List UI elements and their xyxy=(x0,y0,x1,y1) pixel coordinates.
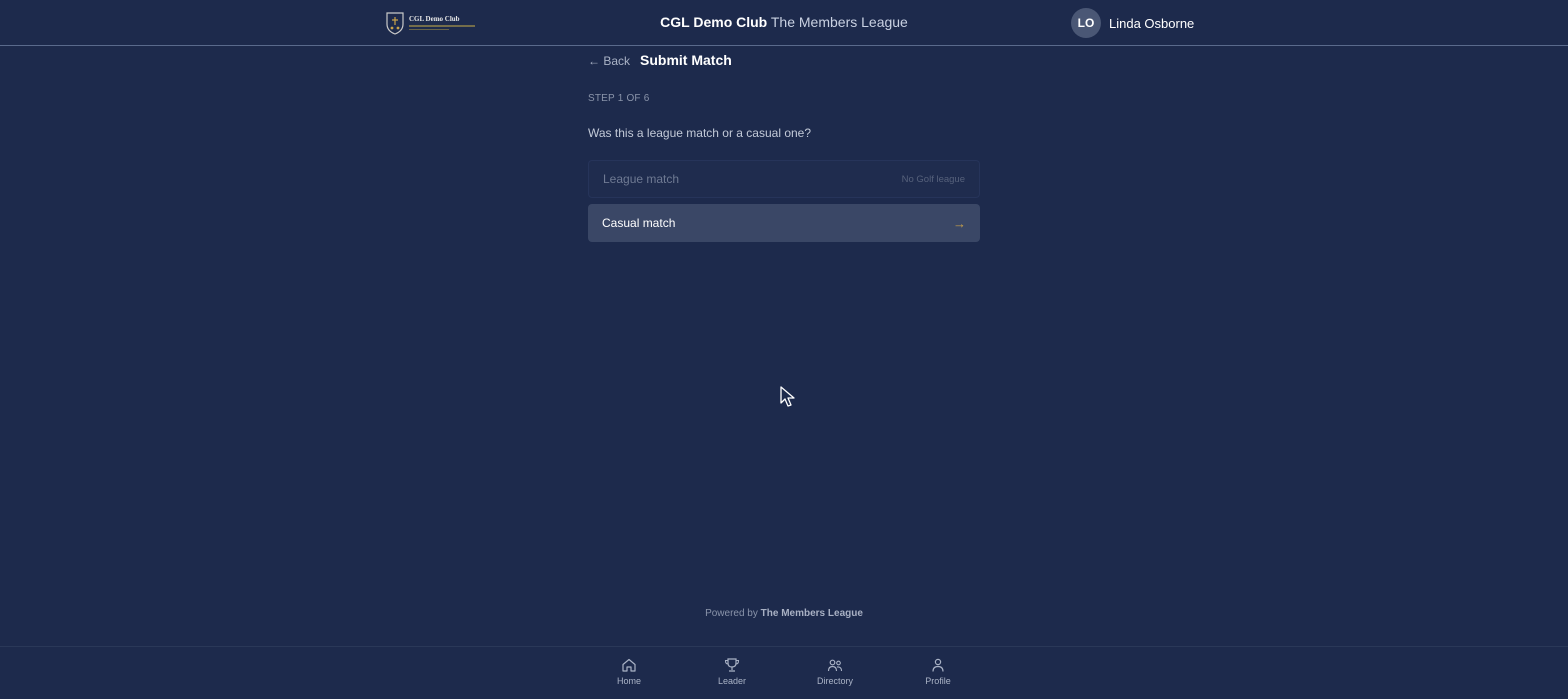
option-label: League match xyxy=(603,172,680,186)
nav-leader[interactable]: Leader xyxy=(702,657,762,686)
step-indicator: STEP 1 OF 6 xyxy=(588,93,650,104)
trophy-icon xyxy=(724,658,740,672)
nav-home[interactable]: Home xyxy=(599,657,659,686)
user-name: Linda Osborne xyxy=(1109,15,1195,31)
question-text: Was this a league match or a casual one? xyxy=(588,126,812,140)
avatar: LO xyxy=(1071,8,1101,38)
option-note: No Golf league xyxy=(901,173,965,185)
bottom-nav: Home Leader Directory Profile xyxy=(0,646,1568,699)
nav-label: Profile xyxy=(925,676,951,686)
top-header: CGL Demo Club CGL Demo Club The Members … xyxy=(0,0,1568,46)
powered-name: The Members League xyxy=(760,608,863,619)
nav-label: Leader xyxy=(717,676,747,686)
club-name: CGL Demo Club xyxy=(660,14,768,30)
arrow-right-icon: → xyxy=(953,215,966,231)
powered-by: Powered by The Members League xyxy=(0,608,1568,619)
home-icon xyxy=(622,658,636,672)
page-title: Submit Match xyxy=(640,52,732,68)
league-name: The Members League xyxy=(770,14,908,30)
nav-directory[interactable]: Directory xyxy=(805,657,865,686)
mouse-cursor-icon xyxy=(780,386,795,407)
league-match-option: League match No Golf league xyxy=(588,160,980,198)
nav-profile[interactable]: Profile xyxy=(908,657,968,686)
nav-label: Directory xyxy=(816,676,853,686)
title-row: ← Back Submit Match xyxy=(588,52,732,68)
option-label: Casual match xyxy=(602,216,676,230)
nav-label: Home xyxy=(616,676,641,686)
people-icon xyxy=(827,659,843,672)
app-title: CGL Demo Club The Members League xyxy=(0,14,1568,30)
casual-match-option[interactable]: Casual match → xyxy=(588,204,980,242)
back-link[interactable]: ← Back xyxy=(588,54,630,68)
user-menu[interactable]: LO Linda Osborne xyxy=(1071,8,1194,38)
powered-prefix: Powered by xyxy=(705,608,758,619)
person-icon xyxy=(932,658,944,672)
